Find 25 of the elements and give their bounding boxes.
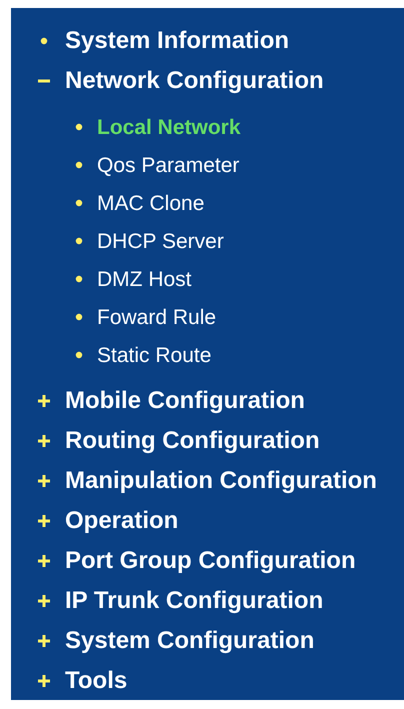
menu-item[interactable]: IP Trunk Configuration [65,589,324,613]
menu-item[interactable]: Manipulation Configuration [65,469,377,493]
submenu-item[interactable]: Static Route [97,344,212,366]
menu-item[interactable]: Routing Configuration [65,429,320,453]
plus-icon[interactable] [37,634,51,648]
plus-icon[interactable] [37,434,51,448]
submenu-item[interactable]: Foward Rule [97,306,216,328]
menu-item[interactable]: Mobile Configuration [65,389,305,413]
plus-icon[interactable] [37,474,51,488]
menu-item[interactable]: Port Group Configuration [65,549,356,573]
menu-item[interactable]: Operation [65,509,178,533]
plus-icon[interactable] [37,394,51,408]
menu-item[interactable]: System Information [65,29,290,53]
plus-icon[interactable] [37,554,51,568]
menu-item[interactable]: Tools [65,669,128,693]
submenu-item[interactable]: DHCP Server [97,230,224,252]
plus-icon[interactable] [37,514,51,528]
menu-item[interactable]: System Configuration [65,629,314,653]
plus-icon[interactable] [37,594,51,608]
submenu-item[interactable]: MAC Clone [97,192,204,214]
submenu-item[interactable]: Local Network [97,116,241,138]
menu-item[interactable]: Network Configuration [65,69,324,93]
plus-icon[interactable] [37,674,51,688]
submenu-item[interactable]: Qos Parameter [97,154,240,176]
submenu-item[interactable]: DMZ Host [97,268,192,290]
